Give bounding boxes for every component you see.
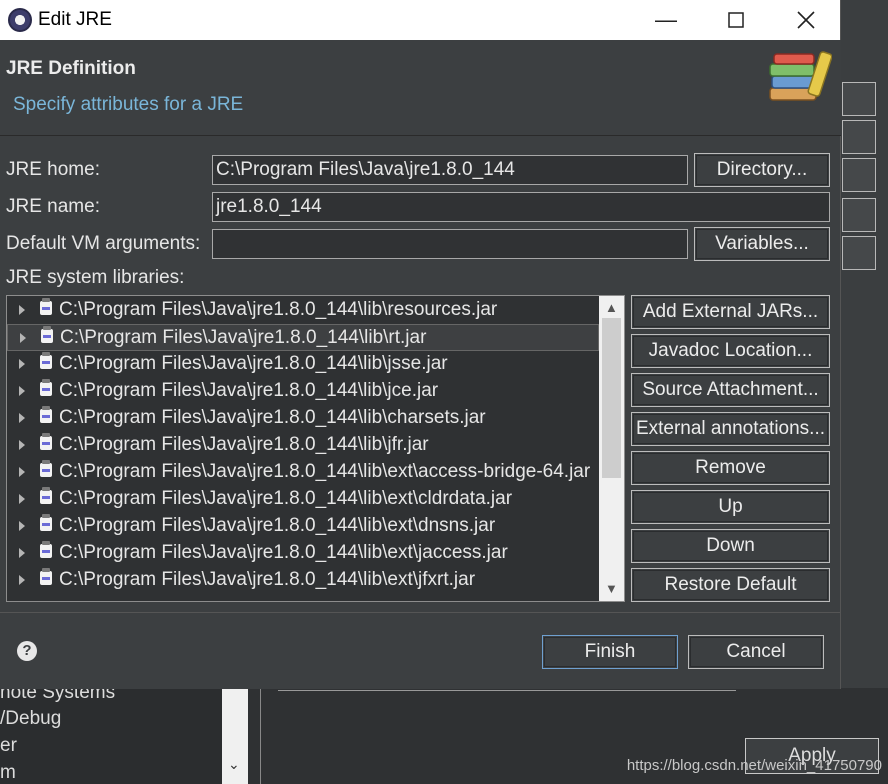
background-button-stub: [842, 158, 876, 192]
library-row[interactable]: C:\Program Files\Java\jre1.8.0_144\lib\j…: [7, 432, 599, 459]
library-path: C:\Program Files\Java\jre1.8.0_144\lib\j…: [59, 434, 429, 455]
expand-triangle-icon[interactable]: [19, 386, 25, 396]
library-path: C:\Program Files\Java\jre1.8.0_144\lib\e…: [59, 461, 591, 482]
restore-default-button[interactable]: Restore Default: [631, 568, 830, 602]
jar-icon: [40, 379, 52, 396]
remove-button[interactable]: Remove: [631, 451, 830, 485]
background-window-edge: [840, 0, 888, 784]
library-row[interactable]: C:\Program Files\Java\jre1.8.0_144\lib\r…: [7, 324, 599, 351]
javadoc-location-button[interactable]: Javadoc Location...: [631, 334, 830, 368]
library-path: C:\Program Files\Java\jre1.8.0_144\lib\j…: [59, 353, 448, 374]
background-tree-item[interactable]: /Debug: [0, 708, 61, 730]
expand-triangle-icon[interactable]: [19, 305, 25, 315]
dialog-header: JRE Definition Specify attributes for a …: [0, 40, 841, 136]
jar-icon: [40, 541, 52, 558]
library-path: C:\Program Files\Java\jre1.8.0_144\lib\j…: [59, 380, 439, 401]
window-title: Edit JRE: [38, 9, 112, 30]
library-row[interactable]: C:\Program Files\Java\jre1.8.0_144\lib\c…: [7, 405, 599, 432]
libraries-label: JRE system libraries:: [6, 267, 185, 288]
library-path: C:\Program Files\Java\jre1.8.0_144\lib\e…: [59, 542, 508, 563]
expand-triangle-icon[interactable]: [19, 467, 25, 477]
libraries-list[interactable]: C:\Program Files\Java\jre1.8.0_144\lib\r…: [6, 295, 625, 602]
background-button-stub: [842, 236, 876, 270]
jar-icon: [40, 298, 52, 315]
footer-divider: [0, 612, 841, 613]
expand-triangle-icon[interactable]: [19, 494, 25, 504]
background-divider: [260, 688, 261, 784]
expand-triangle-icon[interactable]: [19, 440, 25, 450]
variables-button[interactable]: Variables...: [694, 227, 830, 261]
jre-name-label: JRE name:: [6, 196, 100, 217]
library-path: C:\Program Files\Java\jre1.8.0_144\lib\c…: [59, 407, 486, 428]
library-row[interactable]: C:\Program Files\Java\jre1.8.0_144\lib\r…: [7, 297, 599, 324]
background-tree-item[interactable]: m: [0, 762, 16, 784]
jar-icon: [40, 568, 52, 585]
background-button-stub: [842, 120, 876, 154]
up-button[interactable]: Up: [631, 490, 830, 524]
jar-icon: [41, 326, 53, 343]
chevron-down-icon[interactable]: ▼: [605, 581, 618, 596]
expand-triangle-icon[interactable]: [19, 521, 25, 531]
maximize-icon[interactable]: [706, 0, 766, 40]
library-row[interactable]: C:\Program Files\Java\jre1.8.0_144\lib\j…: [7, 351, 599, 378]
expand-triangle-icon[interactable]: [19, 575, 25, 585]
expand-triangle-icon[interactable]: [20, 333, 26, 343]
jre-home-label: JRE home:: [6, 159, 100, 180]
library-row[interactable]: C:\Program Files\Java\jre1.8.0_144\lib\e…: [7, 540, 599, 567]
background-tree: note Systems /Debug er m: [0, 682, 222, 784]
library-path: C:\Program Files\Java\jre1.8.0_144\lib\e…: [59, 515, 496, 536]
header-title: JRE Definition: [6, 58, 136, 79]
books-icon: [769, 51, 832, 101]
jre-home-field[interactable]: C:\Program Files\Java\jre1.8.0_144: [212, 155, 688, 185]
external-annotations-button[interactable]: External annotations...: [631, 412, 830, 446]
cancel-button[interactable]: Cancel: [688, 635, 824, 669]
scrollbar-thumb[interactable]: [602, 318, 621, 478]
jar-icon: [40, 487, 52, 504]
source-attachment-button[interactable]: Source Attachment...: [631, 373, 830, 407]
vm-arguments-field[interactable]: [212, 229, 688, 259]
library-path: C:\Program Files\Java\jre1.8.0_144\lib\e…: [59, 569, 476, 590]
jar-icon: [40, 406, 52, 423]
chevron-down-icon[interactable]: ⌄: [228, 756, 240, 773]
watermark: https://blog.csdn.net/weixin_41750790: [626, 757, 882, 774]
jre-name-field[interactable]: jre1.8.0_144: [212, 192, 830, 222]
chevron-up-icon[interactable]: ▲: [605, 300, 618, 315]
vm-arguments-label: Default VM arguments:: [6, 233, 201, 254]
library-path: C:\Program Files\Java\jre1.8.0_144\lib\r…: [59, 299, 498, 320]
jar-icon: [40, 460, 52, 477]
list-scrollbar[interactable]: ▲ ▼: [599, 296, 624, 601]
library-path: C:\Program Files\Java\jre1.8.0_144\lib\e…: [59, 488, 513, 509]
library-row[interactable]: C:\Program Files\Java\jre1.8.0_144\lib\j…: [7, 378, 599, 405]
library-row[interactable]: C:\Program Files\Java\jre1.8.0_144\lib\e…: [7, 567, 599, 594]
add-external-jars-button[interactable]: Add External JARs...: [631, 295, 830, 329]
finish-button[interactable]: Finish: [542, 635, 678, 669]
minimize-icon[interactable]: —: [636, 0, 696, 40]
background-button-stub: [842, 82, 876, 116]
library-path: C:\Program Files\Java\jre1.8.0_144\lib\r…: [60, 327, 427, 348]
jar-icon: [40, 352, 52, 369]
edit-jre-dialog: Edit JRE — JRE Definition Specify attrib…: [0, 0, 841, 689]
expand-triangle-icon[interactable]: [19, 359, 25, 369]
library-row[interactable]: C:\Program Files\Java\jre1.8.0_144\lib\e…: [7, 513, 599, 540]
background-tree-item[interactable]: er: [0, 735, 17, 757]
expand-triangle-icon[interactable]: [19, 413, 25, 423]
eclipse-icon: [8, 8, 32, 32]
library-row[interactable]: C:\Program Files\Java\jre1.8.0_144\lib\e…: [7, 459, 599, 486]
help-icon[interactable]: ?: [17, 641, 37, 661]
close-icon[interactable]: [776, 0, 836, 40]
header-subtitle: Specify attributes for a JRE: [13, 94, 244, 115]
jar-icon: [40, 514, 52, 531]
expand-triangle-icon[interactable]: [19, 548, 25, 558]
directory-button[interactable]: Directory...: [694, 153, 830, 187]
down-button[interactable]: Down: [631, 529, 830, 563]
jar-icon: [40, 433, 52, 450]
library-row[interactable]: C:\Program Files\Java\jre1.8.0_144\lib\e…: [7, 486, 599, 513]
background-button-stub: [842, 198, 876, 232]
title-bar[interactable]: Edit JRE —: [0, 0, 840, 40]
background-line: [278, 690, 736, 691]
